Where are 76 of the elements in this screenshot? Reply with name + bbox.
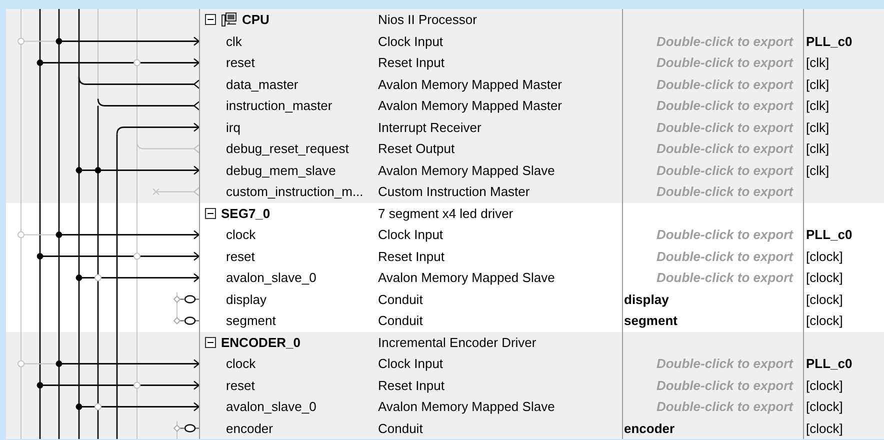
- collapse-icon[interactable]: [205, 14, 216, 26]
- export-hint[interactable]: Double-click to export: [656, 141, 793, 156]
- port-description: Clock Input: [378, 227, 444, 242]
- clock-source: PLL_c0: [806, 227, 852, 242]
- port-description: Avalon Memory Mapped Master: [378, 76, 562, 92]
- export-hint[interactable]: Double-click to export: [656, 399, 793, 414]
- port-name: reset: [226, 55, 255, 70]
- component-name: ENCODER_0: [221, 334, 300, 350]
- clock-source: [clock]: [806, 248, 843, 264]
- port-name: reset: [226, 248, 255, 264]
- component-description: Incremental Encoder Driver: [378, 334, 536, 350]
- port-description: Clock Input: [378, 34, 444, 49]
- port-name: clock: [226, 356, 256, 372]
- export-hint[interactable]: Double-click to export: [656, 120, 793, 135]
- clock-source: [clk]: [806, 55, 830, 70]
- port-name: data_master: [226, 76, 298, 92]
- port-description: Reset Output: [378, 141, 455, 156]
- component-description: Nios II Processor: [378, 12, 477, 28]
- port-name: avalon_slave_0: [226, 399, 316, 414]
- export-hint[interactable]: Double-click to export: [656, 34, 793, 49]
- port-description: Interrupt Receiver: [378, 120, 482, 135]
- export-hint[interactable]: Double-click to export: [656, 227, 793, 242]
- port-name: instruction_master: [226, 98, 332, 114]
- port-description: Reset Input: [378, 378, 444, 393]
- export-hint[interactable]: Double-click to export: [656, 76, 793, 92]
- port-name: clock: [226, 227, 256, 242]
- component-name: SEG7_0: [221, 206, 270, 221]
- clock-source: [clk]: [806, 162, 830, 178]
- clock-source: [clock]: [806, 292, 843, 307]
- export-hint[interactable]: Double-click to export: [656, 162, 793, 178]
- port-description: Avalon Memory Mapped Slave: [378, 162, 555, 178]
- clock-source: PLL_c0: [806, 34, 852, 49]
- port-name: avalon_slave_0: [226, 270, 316, 286]
- export-hint[interactable]: Double-click to export: [656, 55, 793, 70]
- clock-source: [clock]: [806, 399, 843, 414]
- port-description: Clock Input: [378, 356, 444, 372]
- clock-source: [clock]: [806, 313, 843, 328]
- clock-source: [clk]: [806, 141, 830, 156]
- export-hint[interactable]: Double-click to export: [656, 248, 793, 264]
- port-description: Custom Instruction Master: [378, 184, 530, 200]
- port-description: Conduit: [378, 292, 423, 307]
- component-description: 7 segment x4 led driver: [378, 206, 514, 221]
- port-name: reset: [226, 378, 255, 393]
- port-description: Reset Input: [378, 248, 444, 264]
- component-name: CPU: [242, 12, 270, 28]
- port-description: Reset Input: [378, 55, 444, 70]
- port-description: Avalon Memory Mapped Slave: [378, 399, 555, 414]
- collapse-icon[interactable]: [205, 208, 216, 219]
- port-name: display: [226, 292, 266, 307]
- clock-source: [clk]: [806, 120, 830, 135]
- collapse-icon[interactable]: [205, 336, 216, 348]
- clock-source: [clock]: [806, 420, 843, 436]
- port-name: debug_mem_slave: [226, 162, 336, 178]
- clock-source: [clock]: [806, 378, 843, 393]
- export-hint[interactable]: Double-click to export: [656, 356, 793, 372]
- export-hint[interactable]: Double-click to export: [656, 270, 793, 286]
- clock-source: [clk]: [806, 76, 830, 92]
- export-hint[interactable]: Double-click to export: [656, 378, 793, 393]
- export-hint[interactable]: Double-click to export: [656, 98, 793, 114]
- port-name: clk: [226, 34, 242, 49]
- port-description: Avalon Memory Mapped Master: [378, 98, 562, 114]
- port-description: Conduit: [378, 313, 423, 328]
- port-name: segment: [226, 313, 276, 328]
- export-hint[interactable]: Double-click to export: [656, 184, 793, 200]
- export-name[interactable]: display: [624, 292, 669, 307]
- clock-source: PLL_c0: [806, 356, 852, 372]
- port-name: debug_reset_request: [226, 141, 349, 156]
- port-description: Avalon Memory Mapped Slave: [378, 270, 555, 286]
- port-description: Conduit: [378, 420, 423, 436]
- clock-source: [clk]: [806, 98, 830, 114]
- port-name: custom_instruction_m...: [226, 184, 364, 200]
- clock-source: [clock]: [806, 270, 843, 286]
- port-name: encoder: [226, 420, 273, 436]
- export-name[interactable]: encoder: [624, 420, 675, 436]
- port-name: irq: [226, 120, 240, 135]
- export-name[interactable]: segment: [624, 313, 678, 328]
